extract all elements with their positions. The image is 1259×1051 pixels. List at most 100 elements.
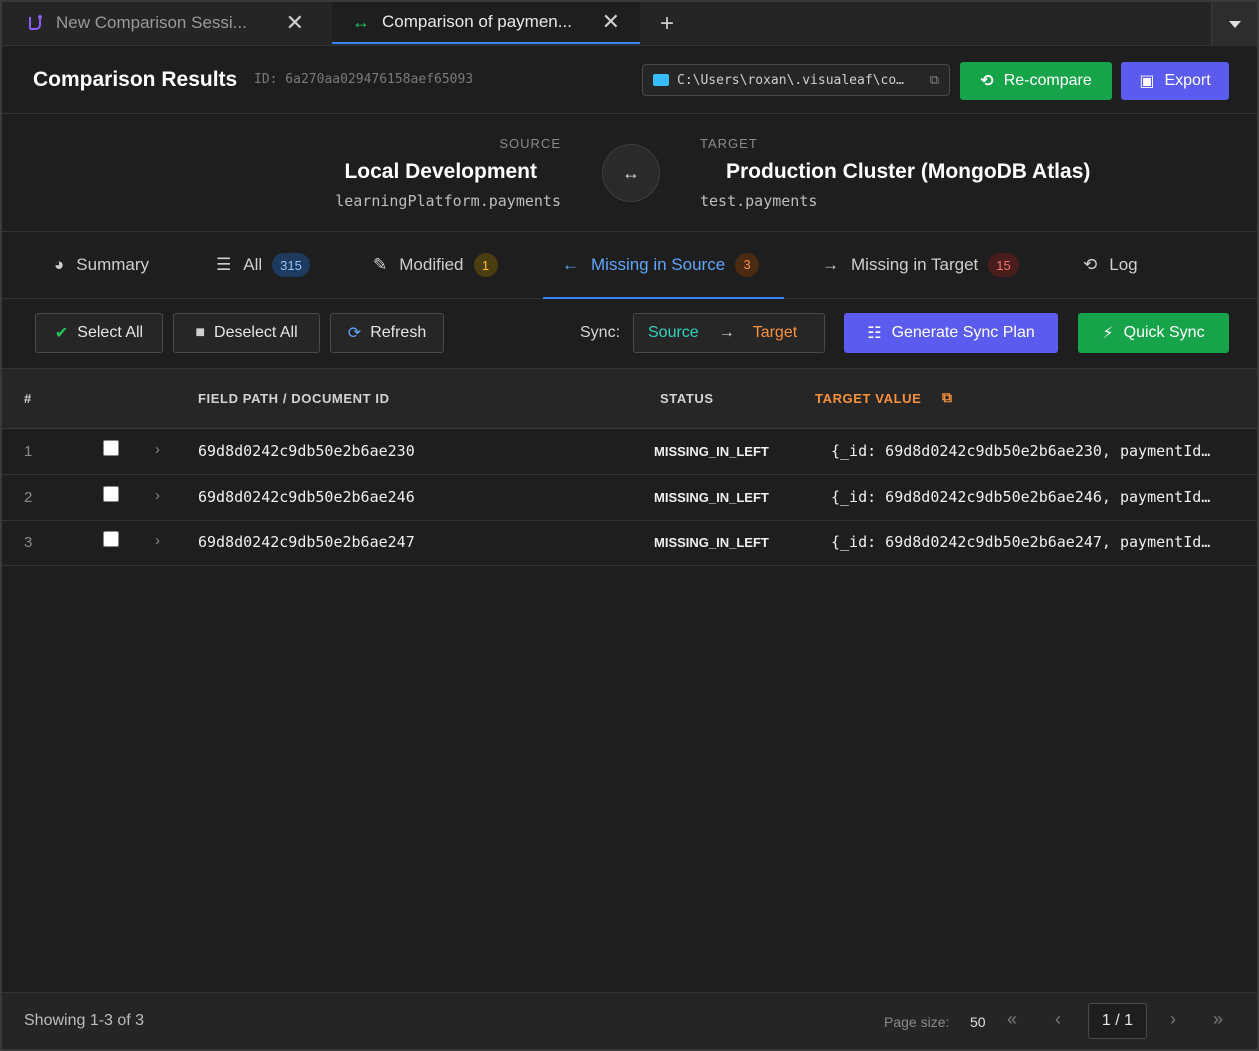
history-icon: ⟲ — [1083, 255, 1098, 274]
chevron-right-icon[interactable]: › — [155, 441, 160, 458]
arrow-right-icon: → — [822, 255, 839, 274]
comparison-id: ID: 6a270aa029476158aef65093 — [254, 72, 474, 87]
close-icon[interactable]: ✕ — [286, 10, 304, 36]
arrows-horizontal-icon: ↔ — [352, 11, 370, 32]
document-id: 69d8d0242c9db50e2b6ae246 — [198, 488, 415, 506]
refresh-button[interactable]: ⟳ Refresh — [330, 313, 444, 353]
page-title: Comparison Results — [33, 68, 238, 91]
results-header: Comparison Results ID: 6a270aa029476158a… — [2, 46, 1257, 114]
status-text: MISSING_IN_LEFT — [654, 490, 769, 505]
refresh-icon: ⟳ — [347, 325, 362, 342]
bolt-icon: ⚡ — [1102, 325, 1114, 342]
app-window: New Comparison Sessi... ✕ ↔ Comparison o… — [0, 0, 1259, 1051]
quick-sync-label: Quick Sync — [1123, 324, 1205, 341]
double-check-icon: ✔ — [54, 325, 69, 342]
chevron-right-icon[interactable]: › — [155, 532, 160, 549]
select-all-label: Select All — [77, 324, 144, 341]
row-checkbox[interactable] — [103, 440, 119, 456]
row-number: 3 — [24, 534, 33, 551]
pagination-footer: Showing 1-3 of 3 Page size: 50 « ‹ 1 / 1… — [2, 992, 1257, 1049]
tab-label: Summary — [76, 255, 150, 274]
target-value: {_id: 69d8d0242c9db50e2b6ae247, paymentI… — [831, 533, 1211, 551]
result-tabs: ◕ Summary ☰ All 315 ✎ Modified 1 ← Missi… — [2, 232, 1257, 299]
results-count: Showing 1-3 of 3 — [24, 1012, 145, 1029]
table-row[interactable]: 3 › 69d8d0242c9db50e2b6ae247 MISSING_IN_… — [2, 520, 1257, 566]
chevron-down-icon — [1228, 20, 1241, 28]
window-tab-label: New Comparison Sessi... — [56, 13, 247, 32]
target-namespace: test.payments — [700, 192, 818, 210]
deselect-all-label: Deselect All — [214, 324, 298, 341]
document-id: 69d8d0242c9db50e2b6ae247 — [198, 533, 415, 551]
count-badge: 3 — [735, 252, 760, 277]
deselect-all-button[interactable]: ■ Deselect All — [173, 313, 320, 353]
edit-icon: ✎ — [373, 255, 388, 274]
file-path: C:\Users\roxan\.visualeaf\co… — [677, 72, 904, 88]
generate-sync-plan-label: Generate Sync Plan — [891, 324, 1035, 341]
table-header: # FIELD PATH / DOCUMENT ID STATUS TARGET… — [2, 369, 1257, 429]
page-size-label: Page size: — [884, 1014, 950, 1030]
tab-missing-in-target[interactable]: → Missing in Target 15 — [822, 232, 1019, 298]
column-header-target-value: TARGET VALUE — [815, 391, 922, 406]
target-name: Production Cluster (MongoDB Atlas) — [726, 160, 1091, 183]
file-path-box[interactable]: C:\Users\roxan\.visualeaf\co… ⧉ — [642, 64, 950, 96]
new-tab-button[interactable]: + — [660, 10, 674, 38]
connection-summary: SOURCE Local Development learningPlatfor… — [2, 114, 1257, 232]
pie-chart-icon: ◕ — [54, 255, 65, 274]
row-number: 2 — [24, 489, 33, 506]
count-badge: 315 — [272, 253, 310, 277]
row-number: 1 — [24, 443, 33, 460]
tab-all[interactable]: ☰ All 315 — [216, 232, 310, 298]
page-size-select[interactable]: 50 — [970, 1014, 986, 1030]
tab-log[interactable]: ⟲ Log — [1083, 232, 1138, 298]
external-link-icon[interactable]: ⧉ — [942, 389, 953, 406]
action-toolbar: ✔ Select All ■ Deselect All ⟳ Refresh Sy… — [2, 299, 1257, 369]
column-header-path: FIELD PATH / DOCUMENT ID — [198, 391, 390, 406]
source-name: Local Development — [344, 160, 537, 183]
row-checkbox[interactable] — [103, 486, 119, 502]
count-badge: 1 — [473, 253, 498, 277]
close-icon[interactable]: ✕ — [602, 9, 620, 35]
column-header-status: STATUS — [660, 391, 714, 406]
arrows-horizontal-icon: ↔ — [622, 162, 640, 183]
arrow-right-icon: → — [718, 324, 735, 341]
window-tab-label: Comparison of paymen... — [382, 12, 572, 31]
window-tab-comparison[interactable]: ↔ Comparison of paymen... ✕ — [332, 2, 640, 44]
target-value: {_id: 69d8d0242c9db50e2b6ae230, paymentI… — [831, 442, 1211, 460]
table-row[interactable]: 1 › 69d8d0242c9db50e2b6ae230 MISSING_IN_… — [2, 429, 1257, 475]
document-id: 69d8d0242c9db50e2b6ae230 — [198, 442, 415, 460]
folder-icon — [653, 74, 669, 86]
window-tab-bar: New Comparison Sessi... ✕ ↔ Comparison o… — [2, 2, 1257, 46]
sync-label: Sync: — [580, 324, 621, 341]
row-checkbox[interactable] — [103, 531, 119, 547]
export-button[interactable]: ▣ Export — [1121, 62, 1229, 100]
select-all-button[interactable]: ✔ Select All — [35, 313, 163, 353]
tab-list-dropdown[interactable] — [1211, 2, 1257, 46]
recompare-label: Re-compare — [1003, 72, 1092, 89]
tab-label: Missing in Source — [591, 254, 726, 274]
tab-label: Missing in Target — [851, 255, 979, 274]
table-row[interactable]: 2 › 69d8d0242c9db50e2b6ae246 MISSING_IN_… — [2, 475, 1257, 521]
tab-modified[interactable]: ✎ Modified 1 — [373, 232, 498, 298]
tab-summary[interactable]: ◕ Summary — [54, 232, 149, 298]
first-page-icon[interactable]: « — [1007, 1009, 1017, 1030]
status-text: MISSING_IN_LEFT — [654, 444, 769, 459]
tab-label: Modified — [399, 255, 464, 274]
last-page-icon[interactable]: » — [1213, 1009, 1223, 1030]
tab-label: All — [243, 255, 263, 274]
recompare-icon: ⟲ — [980, 73, 994, 90]
target-caption: TARGET — [700, 136, 758, 151]
prev-page-icon[interactable]: ‹ — [1055, 1009, 1061, 1030]
swap-direction-button[interactable]: ↔ — [602, 144, 660, 202]
sync-direction-select[interactable]: Source → Target — [633, 313, 825, 353]
page-indicator[interactable]: 1 / 1 — [1088, 1003, 1147, 1039]
tab-missing-in-source[interactable]: ← Missing in Source 3 — [543, 232, 784, 299]
chevron-right-icon[interactable]: › — [155, 487, 160, 504]
next-page-icon[interactable]: › — [1170, 1009, 1176, 1030]
refresh-label: Refresh — [370, 324, 427, 341]
window-tab-new-session[interactable]: New Comparison Sessi... ✕ — [24, 2, 324, 44]
recompare-button[interactable]: ⟲ Re-compare — [960, 62, 1112, 100]
quick-sync-button[interactable]: ⚡ Quick Sync — [1078, 313, 1229, 353]
generate-sync-plan-button[interactable]: ☷ Generate Sync Plan — [844, 313, 1058, 353]
source-caption: SOURCE — [499, 136, 561, 151]
external-link-icon[interactable]: ⧉ — [930, 73, 939, 88]
